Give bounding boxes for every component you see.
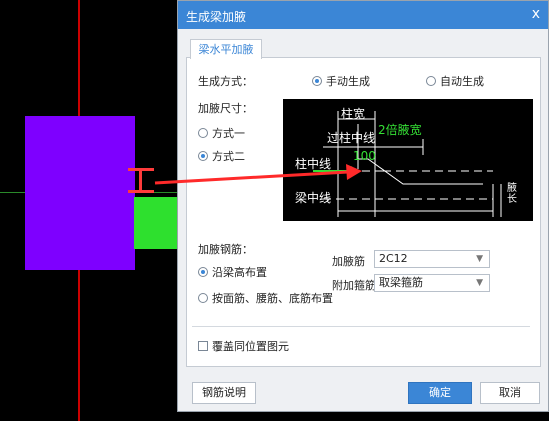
red-arrow <box>154 164 362 185</box>
